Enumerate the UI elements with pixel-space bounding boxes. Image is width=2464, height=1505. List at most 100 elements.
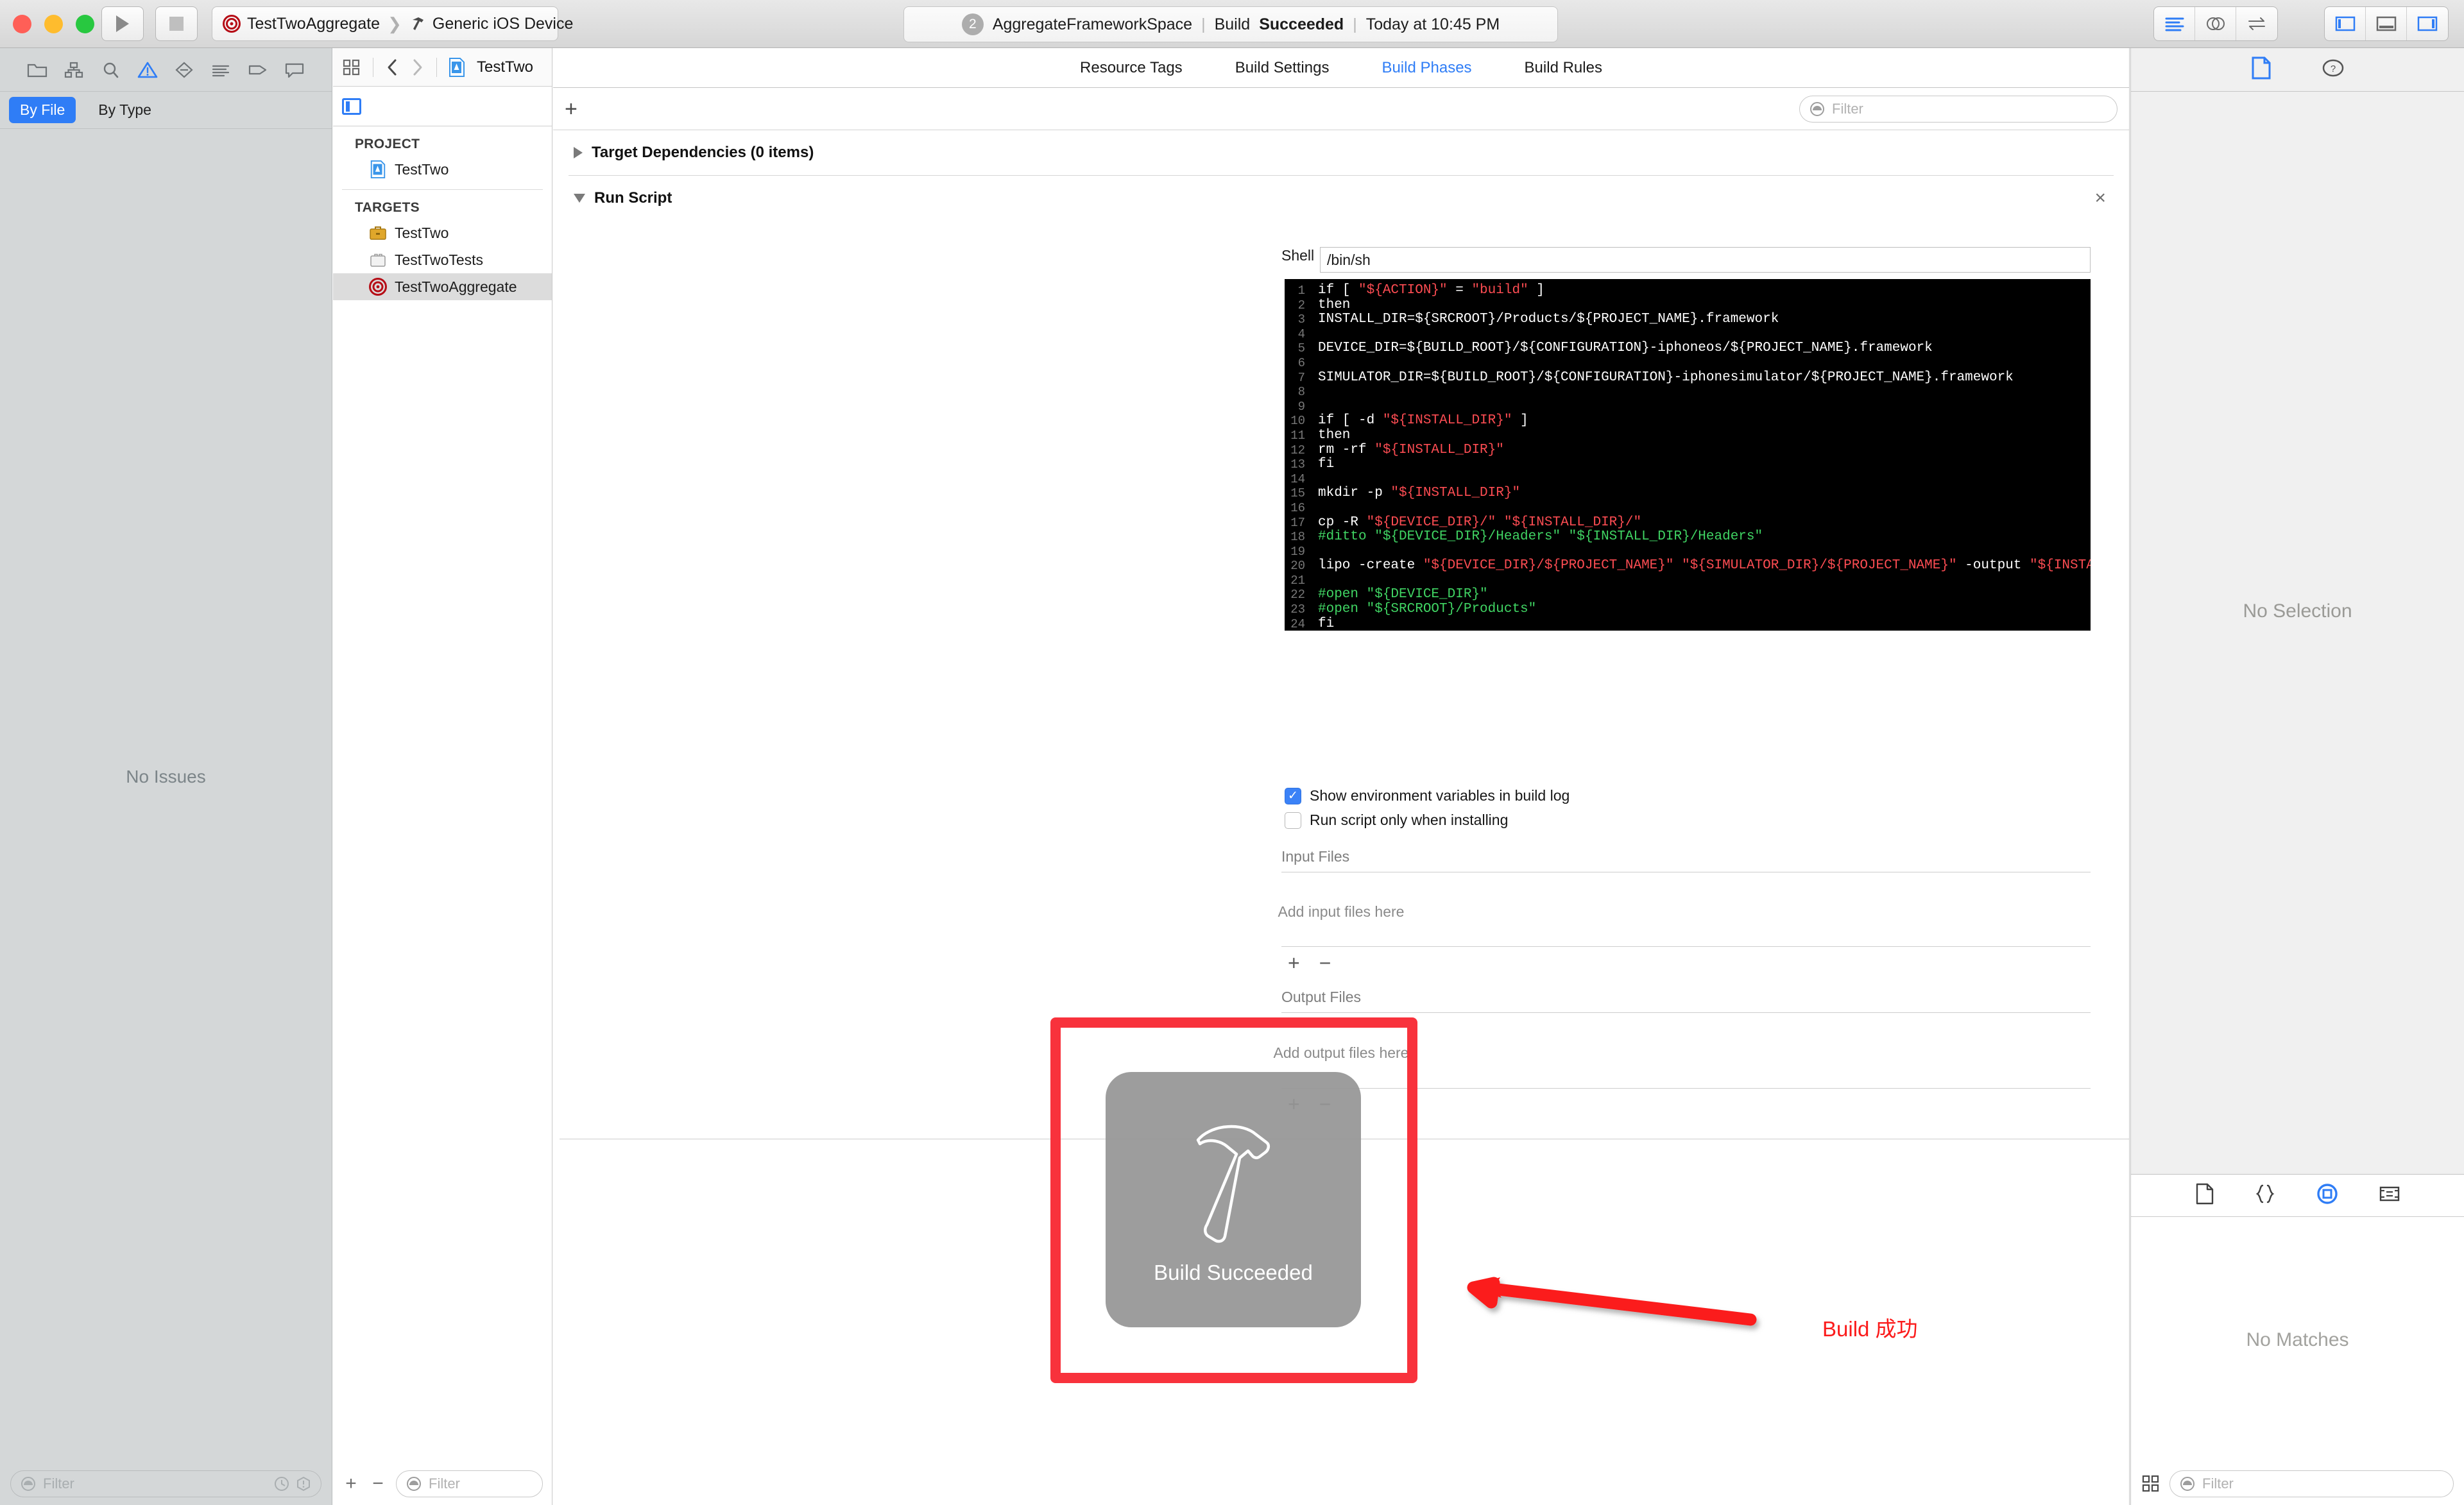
close-window-button[interactable] — [13, 15, 31, 33]
close-icon[interactable]: × — [2094, 189, 2106, 208]
script-line: if [ "${ACTION}" = "build" ] — [1318, 284, 2091, 298]
list-item[interactable]: TestTwo — [333, 156, 552, 183]
sidebar-item-comment-navigator[interactable] — [280, 57, 309, 83]
sidebar-item-project-navigator[interactable] — [22, 57, 52, 83]
toggle-inspector-button[interactable] — [2407, 7, 2448, 40]
script-line: then — [1318, 298, 2091, 313]
activity-status-bar[interactable]: 2 AggregateFrameworkSpace | Build Succee… — [903, 6, 1558, 42]
list-item-selected[interactable]: TestTwoAggregate — [333, 273, 552, 300]
disclosure-triangle-down-icon[interactable] — [574, 194, 585, 203]
scheme-selector[interactable]: TestTwoAggregate ❯ Generic iOS Device — [212, 6, 558, 41]
library-panel: No Matches Filter — [2130, 1174, 2464, 1505]
list-item-label: TestTwo — [395, 161, 449, 178]
sidebar-item-find-navigator[interactable] — [96, 57, 126, 83]
group-header-project: PROJECT — [333, 126, 552, 156]
script-line — [1318, 400, 2091, 414]
sidebar-item-issue-navigator[interactable] — [133, 57, 162, 83]
tab-object-library-selected[interactable] — [2316, 1182, 2339, 1209]
source-control-icon — [63, 61, 85, 79]
tag-icon — [247, 61, 269, 79]
chevron-left-icon[interactable] — [385, 58, 399, 77]
recent-issues-icon[interactable] — [273, 1475, 290, 1492]
scheme-target-label: TestTwoAggregate — [247, 15, 380, 33]
add-input-file-button[interactable]: + — [1288, 953, 1300, 973]
remove-target-button[interactable]: − — [369, 1474, 387, 1493]
window-toolbar: TestTwoAggregate ❯ Generic iOS Device 2 … — [0, 0, 2464, 48]
panel-toggle-group — [2324, 6, 2449, 41]
show-env-vars-row[interactable]: ✓ Show environment variables in build lo… — [1285, 787, 1570, 804]
show-env-vars-checkbox[interactable]: ✓ — [1285, 788, 1301, 804]
phase-header-target-dependencies[interactable]: Target Dependencies (0 items) — [553, 130, 2129, 175]
script-line: rm -rf "${INSTALL_DIR}" — [1318, 443, 2091, 458]
script-line: #open "${SRCROOT}/Products" — [1318, 602, 2091, 617]
disclosure-triangle-right-icon[interactable] — [574, 147, 583, 158]
phase-header-run-script[interactable]: Run Script × — [553, 176, 2129, 221]
show-env-vars-label: Show environment variables in build log — [1310, 787, 1570, 804]
standard-editor-button[interactable] — [2154, 7, 2195, 40]
toggle-project-list-icon[interactable] — [342, 98, 361, 115]
toggle-debug-area-button[interactable] — [2366, 7, 2407, 40]
script-line — [1318, 501, 2091, 516]
run-when-installing-checkbox[interactable] — [1285, 812, 1301, 829]
add-target-button[interactable]: + — [342, 1474, 360, 1493]
related-items-icon[interactable] — [342, 58, 361, 76]
minimize-window-button[interactable] — [44, 15, 63, 33]
script-source-text[interactable]: if [ "${ACTION}" = "build" ]thenINSTALL_… — [1310, 279, 2091, 631]
tab-media-library[interactable] — [2379, 1184, 2400, 1207]
add-build-phase-button[interactable]: + — [565, 98, 578, 120]
sidebar-item-debug-navigator[interactable] — [169, 57, 199, 83]
divider: | — [1201, 15, 1206, 34]
stop-button[interactable] — [155, 6, 198, 41]
script-editor[interactable]: 123456789101112131415161718192021222324 … — [1285, 279, 2091, 631]
run-button[interactable] — [101, 6, 144, 41]
group-header-targets: TARGETS — [333, 190, 552, 219]
shell-input[interactable]: /bin/sh — [1320, 247, 2091, 273]
library-filter-field[interactable]: Filter — [2169, 1470, 2454, 1497]
breakpoint-icon — [173, 61, 195, 79]
remove-input-file-button[interactable]: − — [1319, 953, 1331, 973]
navigator-tab-bar — [0, 48, 332, 92]
phase-title: Run Script — [594, 189, 672, 207]
filter-icon — [20, 1475, 37, 1492]
navigator-bottom-bar: Filter — [0, 1463, 332, 1505]
tab-code-snippet-library[interactable] — [2254, 1184, 2276, 1207]
version-editor-icon — [2246, 15, 2268, 32]
script-line: INSTALL_DIR=${SRCROOT}/Products/${PROJEC… — [1318, 312, 2091, 327]
sidebar-item-tag-navigator[interactable] — [243, 57, 273, 83]
search-icon — [100, 61, 122, 79]
scope-by-file-button[interactable]: By File — [9, 97, 76, 123]
sidebar-item-report-navigator[interactable] — [206, 57, 235, 83]
zoom-window-button[interactable] — [76, 15, 94, 33]
list-item[interactable]: TestTwo — [333, 219, 552, 246]
project-editor-pane: TestTwo PROJECT TestTwo TARGETS TestTwo — [333, 48, 552, 1505]
toggle-debug-area-icon — [2375, 15, 2397, 32]
tab-build-settings[interactable]: Build Settings — [1235, 59, 1330, 77]
errors-only-icon[interactable] — [295, 1475, 312, 1492]
xcode-window: TestTwoAggregate ❯ Generic iOS Device 2 … — [0, 0, 2464, 1505]
input-files-buttons: + − — [1288, 953, 1331, 973]
inspector-panel: ? No Selection — [2130, 48, 2464, 1174]
toggle-navigator-button[interactable] — [2325, 7, 2366, 40]
red-arrow-icon — [1457, 1254, 1880, 1357]
version-editor-button[interactable] — [2236, 7, 2277, 40]
list-item[interactable]: TestTwoTests — [333, 246, 552, 273]
window-controls — [13, 15, 94, 33]
tab-file-template-library[interactable] — [2195, 1183, 2214, 1208]
script-line: #open "${DEVICE_DIR}" — [1318, 588, 2091, 602]
project-filter-field[interactable]: Filter — [396, 1470, 543, 1497]
navigator-filter-field[interactable]: Filter — [10, 1470, 321, 1497]
phase-filter-field[interactable]: Filter — [1799, 96, 2118, 123]
script-line — [1318, 472, 2091, 487]
issue-scope-selector: By File By Type — [0, 92, 332, 129]
chevron-right-icon[interactable] — [411, 58, 425, 77]
scope-by-type-button[interactable]: By Type — [87, 97, 162, 123]
library-tab-bar — [2131, 1175, 2464, 1217]
assistant-editor-button[interactable] — [2195, 7, 2236, 40]
run-when-installing-row[interactable]: Run script only when installing — [1285, 812, 1508, 829]
tab-resource-tags[interactable]: Resource Tags — [1080, 59, 1183, 77]
tab-build-phases[interactable]: Build Phases — [1382, 59, 1471, 77]
grid-view-icon[interactable] — [2141, 1474, 2160, 1493]
tab-build-rules[interactable]: Build Rules — [1525, 59, 1602, 77]
sidebar-item-source-control-navigator[interactable] — [59, 57, 89, 83]
project-list-toggle-bar — [333, 87, 552, 126]
